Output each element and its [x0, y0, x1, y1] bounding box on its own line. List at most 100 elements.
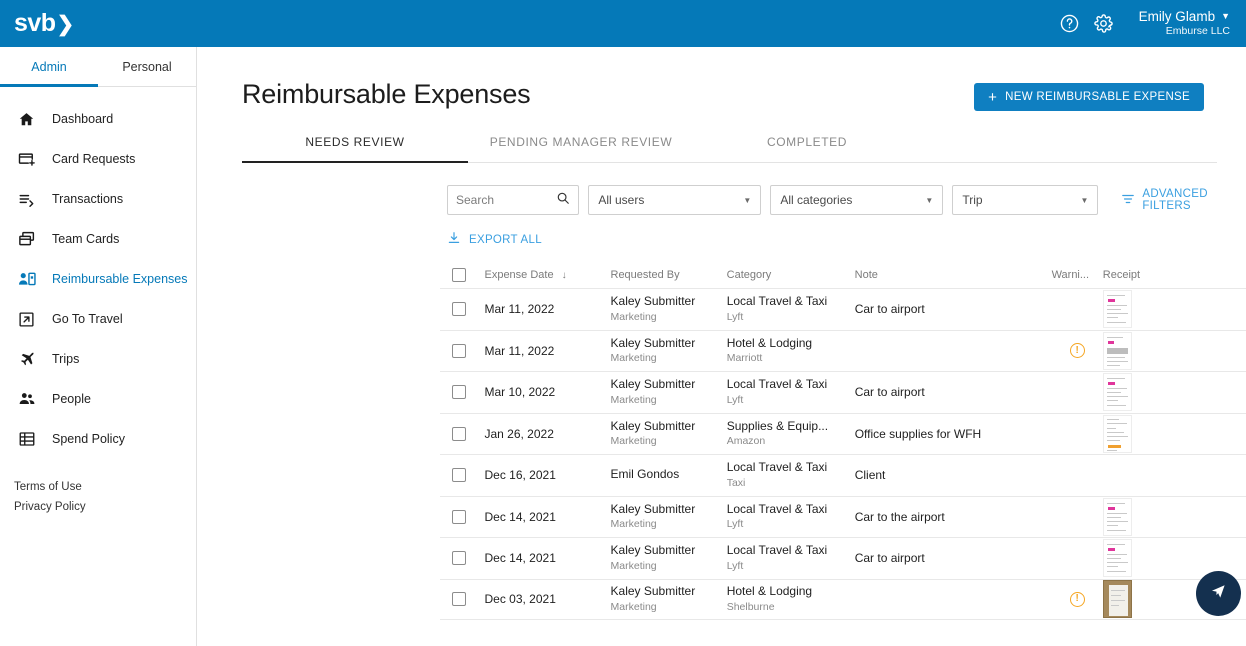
- cell-expense-date: Dec 14, 2021: [484, 551, 556, 566]
- send-icon: [1208, 581, 1229, 607]
- tab-pending-manager-review[interactable]: PENDING MANAGER REVIEW: [468, 135, 694, 162]
- support-chat-fab[interactable]: [1196, 571, 1241, 616]
- merchant-name: Lyft: [726, 393, 744, 406]
- cell-requested-by: Kaley Submitter Marketing: [611, 584, 727, 614]
- table-row[interactable]: Dec 14, 2021 Kaley Submitter Marketing L…: [440, 537, 1246, 579]
- trip-filter-select[interactable]: Trip ▼: [952, 185, 1099, 215]
- table-row[interactable]: Dec 14, 2021 Kaley Submitter Marketing L…: [440, 495, 1246, 538]
- column-header-category[interactable]: Category: [727, 269, 855, 281]
- requester-name: Kaley Submitter: [610, 377, 696, 392]
- row-checkbox-cell: [440, 385, 484, 400]
- sidebar-legal-links: Terms of Use Privacy Policy: [0, 481, 196, 513]
- sidebar-item-transactions[interactable]: Transactions: [0, 179, 196, 219]
- column-header-receipt[interactable]: Receipt: [1103, 269, 1164, 281]
- cell-category: Local Travel & Taxi Taxi: [727, 460, 855, 490]
- sidebar-item-card-requests[interactable]: Card Requests: [0, 139, 196, 179]
- sidebar-item-go-to-travel[interactable]: Go To Travel: [0, 299, 196, 339]
- svb-logo[interactable]: svb ❯: [14, 9, 74, 38]
- gear-icon[interactable]: [1087, 7, 1121, 41]
- new-reimbursable-expense-button[interactable]: + NEW REIMBURSABLE EXPENSE: [974, 83, 1204, 111]
- sidebar-item-people[interactable]: People: [0, 379, 196, 419]
- cell-expense-date: Mar 11, 2022: [484, 343, 555, 358]
- row-checkbox[interactable]: [452, 343, 466, 358]
- row-checkbox[interactable]: [452, 426, 466, 441]
- privacy-policy-link[interactable]: Privacy Policy: [14, 501, 196, 513]
- table-row[interactable]: Dec 03, 2021 Kaley Submitter Marketing H…: [440, 578, 1246, 620]
- sidebar-item-label: Go To Travel: [52, 312, 123, 326]
- table-row[interactable]: Mar 11, 2022 Kaley Submitter Marketing H…: [440, 329, 1246, 372]
- sidebar-item-team-cards[interactable]: Team Cards: [0, 219, 196, 259]
- cell-note: Car to airport: [854, 551, 925, 566]
- column-header-requested-by[interactable]: Requested By: [611, 269, 727, 281]
- row-checkbox[interactable]: [452, 551, 466, 566]
- amount-primary: $442.80: [1164, 427, 1246, 441]
- sidebar-item-trips[interactable]: Trips: [0, 339, 196, 379]
- merchant-name: Marriott: [726, 352, 763, 365]
- filter-icon: [1121, 192, 1142, 209]
- row-checkbox[interactable]: [452, 385, 466, 400]
- receipt-thumbnail[interactable]: [1102, 290, 1132, 329]
- export-all-button[interactable]: EXPORT ALL: [447, 231, 542, 248]
- expense-status-tabs: NEEDS REVIEW PENDING MANAGER REVIEW COMP…: [242, 135, 1217, 163]
- user-menu[interactable]: Emily Glamb ▼ Emburse LLC: [1139, 9, 1230, 39]
- segment-tab-admin[interactable]: Admin: [0, 47, 98, 87]
- receipt-thumbnail[interactable]: [1102, 331, 1132, 370]
- receipt-thumbnail[interactable]: [1102, 497, 1132, 536]
- segment-tab-personal[interactable]: Personal: [98, 47, 196, 86]
- table-row[interactable]: Mar 11, 2022 Kaley Submitter Marketing L…: [440, 288, 1246, 330]
- select-all-checkbox[interactable]: [452, 268, 466, 282]
- list-grid-icon: [18, 429, 40, 449]
- categories-filter-select[interactable]: All categories ▼: [770, 185, 944, 215]
- sidebar-item-spend-policy[interactable]: Spend Policy: [0, 419, 196, 459]
- warning-icon[interactable]: !: [1069, 343, 1085, 359]
- amount-primary: $169.00: [1164, 344, 1246, 358]
- amount-secondary: €54.00: [1164, 477, 1246, 488]
- help-circle-icon[interactable]: [1053, 7, 1087, 41]
- search-icon[interactable]: [556, 191, 570, 210]
- column-header-note[interactable]: Note: [855, 269, 1052, 281]
- requester-name: Kaley Submitter: [610, 418, 696, 433]
- users-filter-select[interactable]: All users ▼: [588, 185, 762, 215]
- cell-expense-date: Dec 03, 2021: [484, 592, 556, 607]
- sidebar-item-dashboard[interactable]: Dashboard: [0, 99, 196, 139]
- terms-of-use-link[interactable]: Terms of Use: [14, 481, 196, 493]
- category-name: Local Travel & Taxi: [726, 294, 828, 309]
- advanced-filters-button[interactable]: ADVANCED FILTERS: [1121, 188, 1246, 212]
- cell-requested-by: Kaley Submitter Marketing: [611, 294, 727, 324]
- tab-completed[interactable]: COMPLETED: [694, 135, 920, 162]
- row-checkbox[interactable]: [452, 509, 466, 524]
- cell-note: Car to the airport: [854, 509, 945, 524]
- row-checkbox[interactable]: [452, 468, 466, 483]
- column-header-amount[interactable]: Amount: [1164, 269, 1246, 281]
- requester-name: Kaley Submitter: [610, 501, 696, 516]
- cell-category: Supplies & Equip... Amazon: [727, 419, 855, 449]
- receipt-thumbnail[interactable]: [1102, 580, 1132, 619]
- table-row[interactable]: Dec 16, 2021 Emil Gondos Local Travel & …: [440, 454, 1246, 496]
- chevron-down-icon: ▼: [925, 195, 934, 205]
- merchant-name: Taxi: [726, 476, 746, 489]
- cell-expense-date: Mar 11, 2022: [484, 302, 555, 317]
- cell-category: Hotel & Lodging Marriott: [727, 336, 855, 366]
- table-row[interactable]: Jan 26, 2022 Kaley Submitter Marketing S…: [440, 412, 1246, 455]
- row-checkbox[interactable]: [452, 592, 466, 607]
- cell-amount: $442.80: [1164, 427, 1246, 441]
- table-row[interactable]: Mar 10, 2022 Kaley Submitter Marketing L…: [440, 371, 1246, 413]
- cell-expense-date: Dec 16, 2021: [484, 468, 556, 483]
- tab-completed-label: COMPLETED: [766, 135, 848, 149]
- amount-primary: $35.25: [1164, 302, 1246, 316]
- cell-note: Car to airport: [854, 302, 925, 317]
- row-checkbox[interactable]: [452, 302, 466, 317]
- warning-icon[interactable]: !: [1069, 591, 1085, 607]
- column-header-expense-date[interactable]: Expense Date ↓: [484, 269, 610, 281]
- receipt-thumbnail[interactable]: [1102, 414, 1132, 453]
- requester-name: Kaley Submitter: [610, 294, 696, 309]
- column-header-warnings[interactable]: Warni...: [1052, 269, 1103, 281]
- people-icon: [18, 389, 40, 409]
- receipt-thumbnail[interactable]: [1102, 373, 1132, 412]
- requester-name: Kaley Submitter: [610, 584, 696, 599]
- receipt-thumbnail[interactable]: [1102, 539, 1132, 578]
- tab-needs-review[interactable]: NEEDS REVIEW: [242, 135, 468, 163]
- search-input[interactable]: [456, 193, 557, 207]
- sidebar-item-reimbursable-expenses[interactable]: Reimbursable Expenses: [0, 259, 196, 299]
- search-box[interactable]: [447, 185, 580, 215]
